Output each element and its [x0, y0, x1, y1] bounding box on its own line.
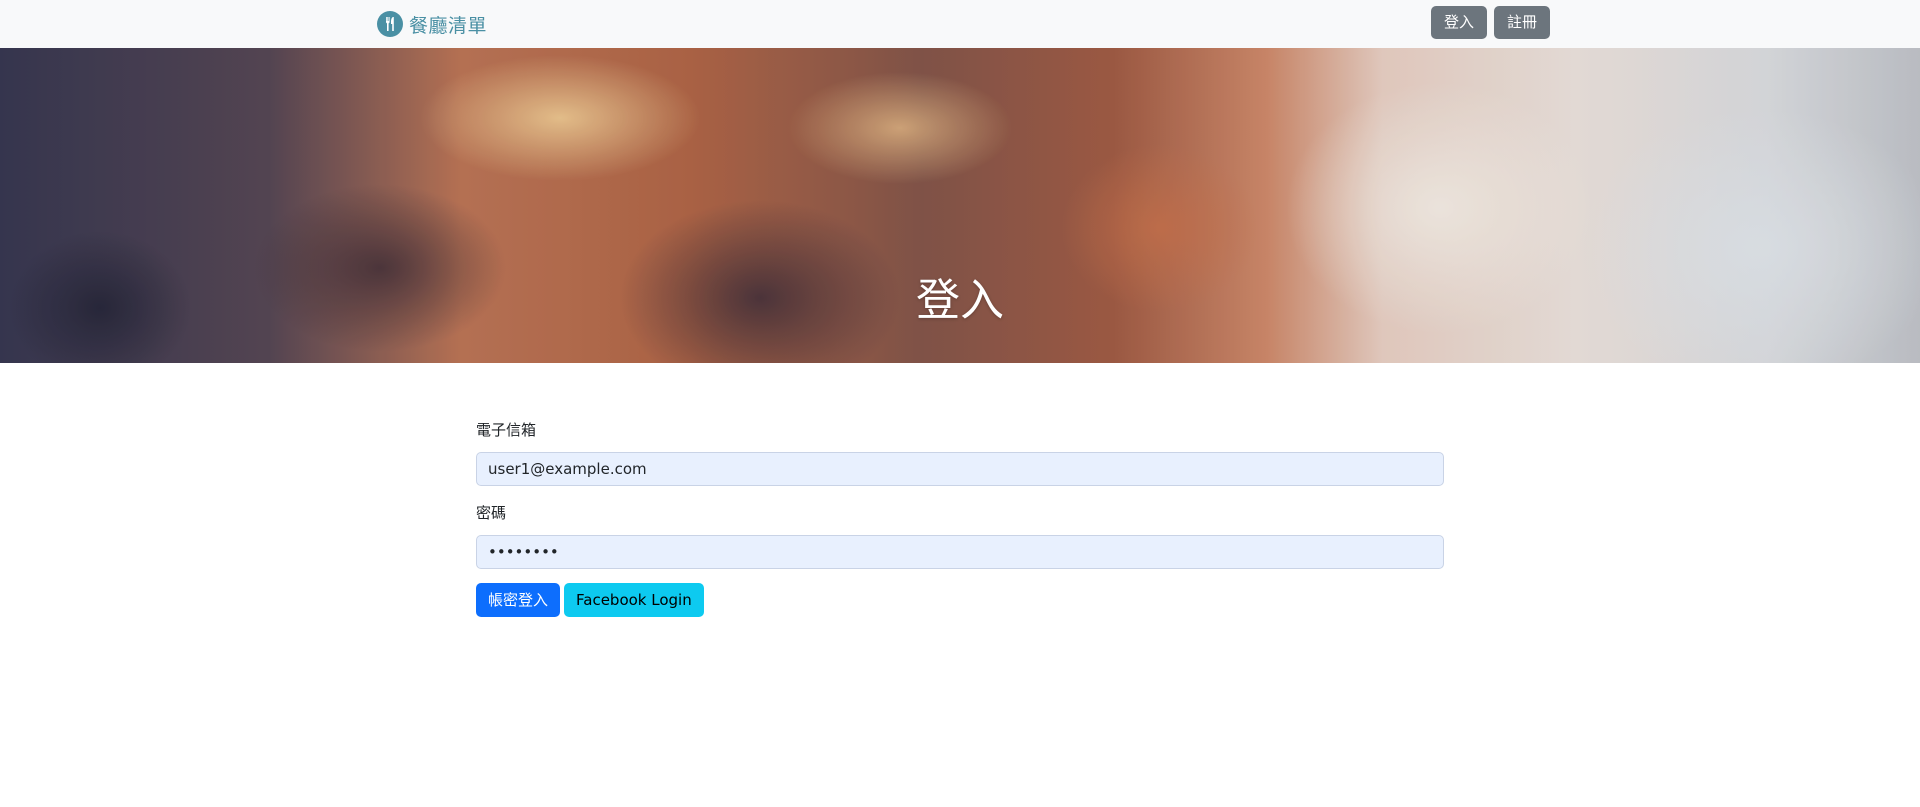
nav-register-button[interactable]: 註冊: [1494, 6, 1551, 39]
top-navbar: 餐廳清單 登入 註冊: [0, 0, 1920, 49]
facebook-login-button[interactable]: Facebook Login: [564, 583, 704, 617]
utensils-icon: [377, 11, 403, 37]
auth-buttons: 登入 註冊: [1431, 6, 1551, 39]
password-field[interactable]: ••••••••: [476, 535, 1444, 569]
login-form: 電子信箱 user1@example.com 密碼 •••••••• 帳密登入 …: [476, 419, 1444, 617]
brand-name: 餐廳清單: [409, 14, 488, 37]
brand-link[interactable]: 餐廳清單: [377, 10, 487, 38]
email-field[interactable]: user1@example.com: [476, 452, 1444, 486]
email-label: 電子信箱: [476, 421, 537, 439]
page-title: 登入: [916, 275, 1004, 326]
password-group: 密碼 ••••••••: [476, 502, 1444, 569]
password-login-button[interactable]: 帳密登入: [476, 583, 561, 617]
nav-login-button[interactable]: 登入: [1431, 6, 1488, 39]
form-actions: 帳密登入 Facebook Login: [476, 583, 1444, 617]
hero-banner: 登入: [0, 48, 1920, 363]
password-label: 密碼: [476, 504, 507, 522]
email-group: 電子信箱 user1@example.com: [476, 419, 1444, 486]
